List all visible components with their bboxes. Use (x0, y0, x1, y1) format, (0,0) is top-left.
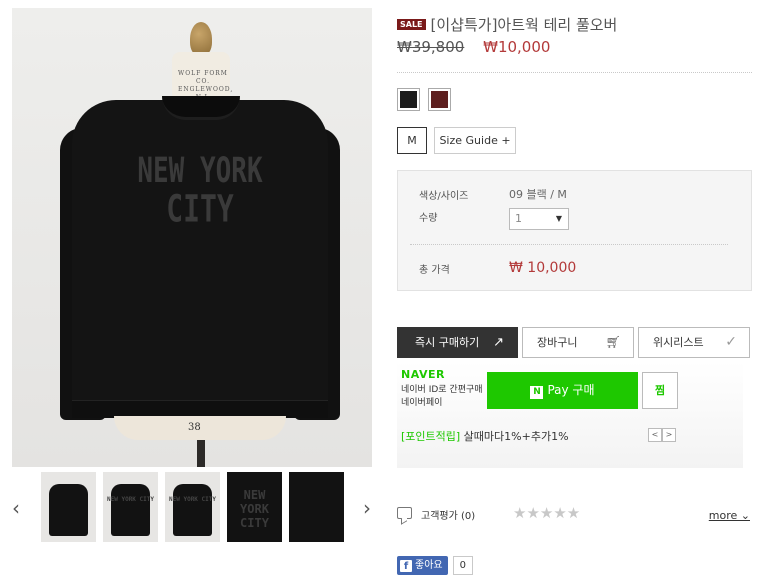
reviews-more-link[interactable]: more ⌄ (709, 509, 750, 522)
point-prev-icon[interactable]: < (648, 428, 662, 442)
sweater-collar (162, 96, 240, 120)
facebook-like-label: 좋아요 (415, 560, 443, 571)
thumbnail-5[interactable] (289, 472, 344, 542)
naver-n-icon: N (530, 386, 544, 399)
thumbnail-sweater (111, 484, 150, 536)
naver-point-info: [포인트적립] 살때마다1%+추가1% (401, 428, 569, 444)
selected-option-panel: 색상/사이즈 09 블랙 / M 수량 1 ▼ 총 가격 ₩ 10,000 (397, 170, 752, 291)
naver-pay-label: Pay 구매 (547, 383, 595, 397)
thumbnail-prev-arrow-icon[interactable]: ‹ (10, 497, 22, 519)
rating-stars: ★★★★★ (513, 504, 581, 522)
thumbnail-next-arrow-icon[interactable]: › (361, 497, 373, 519)
point-text: 살때마다1%+추가1% (460, 430, 569, 443)
thumbnail-closeup (289, 472, 344, 542)
sale-price: ₩10,000 (483, 38, 551, 56)
product-title-row: SALE [이샵특가]아트웍 테리 풀오버 (397, 14, 617, 35)
quantity-value: 1 (515, 212, 522, 225)
price-row: ₩39,800 ₩10,000 (397, 38, 550, 56)
chevron-down-icon: ▼ (555, 214, 562, 223)
facebook-like-widget: f 좋아요 0 (397, 556, 473, 575)
original-price: ₩39,800 (397, 38, 465, 56)
divider (410, 244, 728, 245)
mannequin-size-mark: 38 (188, 422, 201, 433)
add-to-cart-button[interactable]: 장바구니 🛒︎ (522, 327, 634, 358)
product-title: [이샵특가]아트웍 테리 풀오버 (430, 16, 618, 34)
speech-bubble-icon (397, 507, 412, 519)
thumbnail-1[interactable] (41, 472, 96, 542)
size-option-m[interactable]: M (397, 127, 427, 154)
naver-pay-button[interactable]: N Pay 구매 (487, 372, 638, 409)
facebook-like-button[interactable]: f 좋아요 (397, 556, 448, 575)
sweater-print: NEW YORK CITY (120, 151, 280, 231)
sale-badge: SALE (397, 19, 426, 30)
cart-icon: 🛒︎ (605, 335, 621, 349)
review-label: 고객평가 (0) (421, 511, 476, 522)
thumbnail-sweater (49, 484, 88, 536)
thumbnail-print: NEW YORK CITY (107, 496, 154, 503)
color-size-value: 09 블랙 / M (509, 188, 567, 201)
facebook-icon: f (400, 560, 412, 572)
naver-logo: NAVER (401, 368, 445, 381)
naver-point-nav: < > (648, 428, 676, 442)
print-line-1: NEW YORK (137, 150, 263, 192)
point-next-icon[interactable]: > (662, 428, 676, 442)
thumbnail-3[interactable]: NEW YORK CITY (165, 472, 220, 542)
thumbnail-4[interactable]: NEW YORK CITY (227, 472, 282, 542)
thumbnail-sweater (173, 484, 212, 536)
naver-pay-description: 네이버 ID로 간편구매 네이버페이 (401, 385, 483, 408)
buy-now-button[interactable]: 즉시 구매하기 ↗ (397, 327, 518, 358)
total-price-value: ₩ 10,000 (509, 260, 577, 276)
color-swatch-black[interactable] (397, 88, 420, 111)
wishlist-label: 위시리스트 (653, 336, 704, 349)
print-line-2: CITY (166, 186, 234, 231)
swatch-fill (431, 91, 448, 108)
total-price-label: 총 가격 (419, 265, 450, 276)
cart-label: 장바구니 (537, 336, 578, 349)
mannequin-knob (190, 22, 212, 56)
swatch-fill (400, 91, 417, 108)
naver-zzim-button[interactable]: 찜 (642, 372, 678, 409)
main-product-image: WOLF FORM CO. ENGLEWOOD, N.J. NEW YORK C… (12, 8, 372, 467)
check-icon: ✓ (725, 334, 737, 350)
review-summary: 고객평가 (0) ★★★★★ more ⌄ (397, 504, 752, 525)
thumbnail-2[interactable]: NEW YORK CITY (103, 472, 158, 542)
arrow-up-right-icon: ↗ (493, 335, 504, 350)
buy-now-label: 즉시 구매하기 (415, 336, 480, 349)
thumbnail-print: NEW YORK CITY (169, 496, 216, 503)
divider (397, 72, 752, 73)
point-tag: [포인트적립] (401, 430, 461, 443)
thumbnail-print: NEW YORK CITY (240, 488, 269, 530)
wishlist-button[interactable]: 위시리스트 ✓ (638, 327, 750, 358)
color-swatch-wine[interactable] (428, 88, 451, 111)
color-size-label: 색상/사이즈 (419, 191, 469, 202)
facebook-like-count: 0 (452, 556, 473, 575)
sweater-body (72, 100, 328, 418)
naver-pay-panel: NAVER 네이버 ID로 간편구매 네이버페이 N Pay 구매 찜 [포인트적… (397, 362, 743, 468)
size-guide-button[interactable]: Size Guide + (434, 127, 516, 154)
quantity-select[interactable]: 1 ▼ (509, 208, 569, 230)
quantity-label: 수량 (419, 213, 438, 224)
